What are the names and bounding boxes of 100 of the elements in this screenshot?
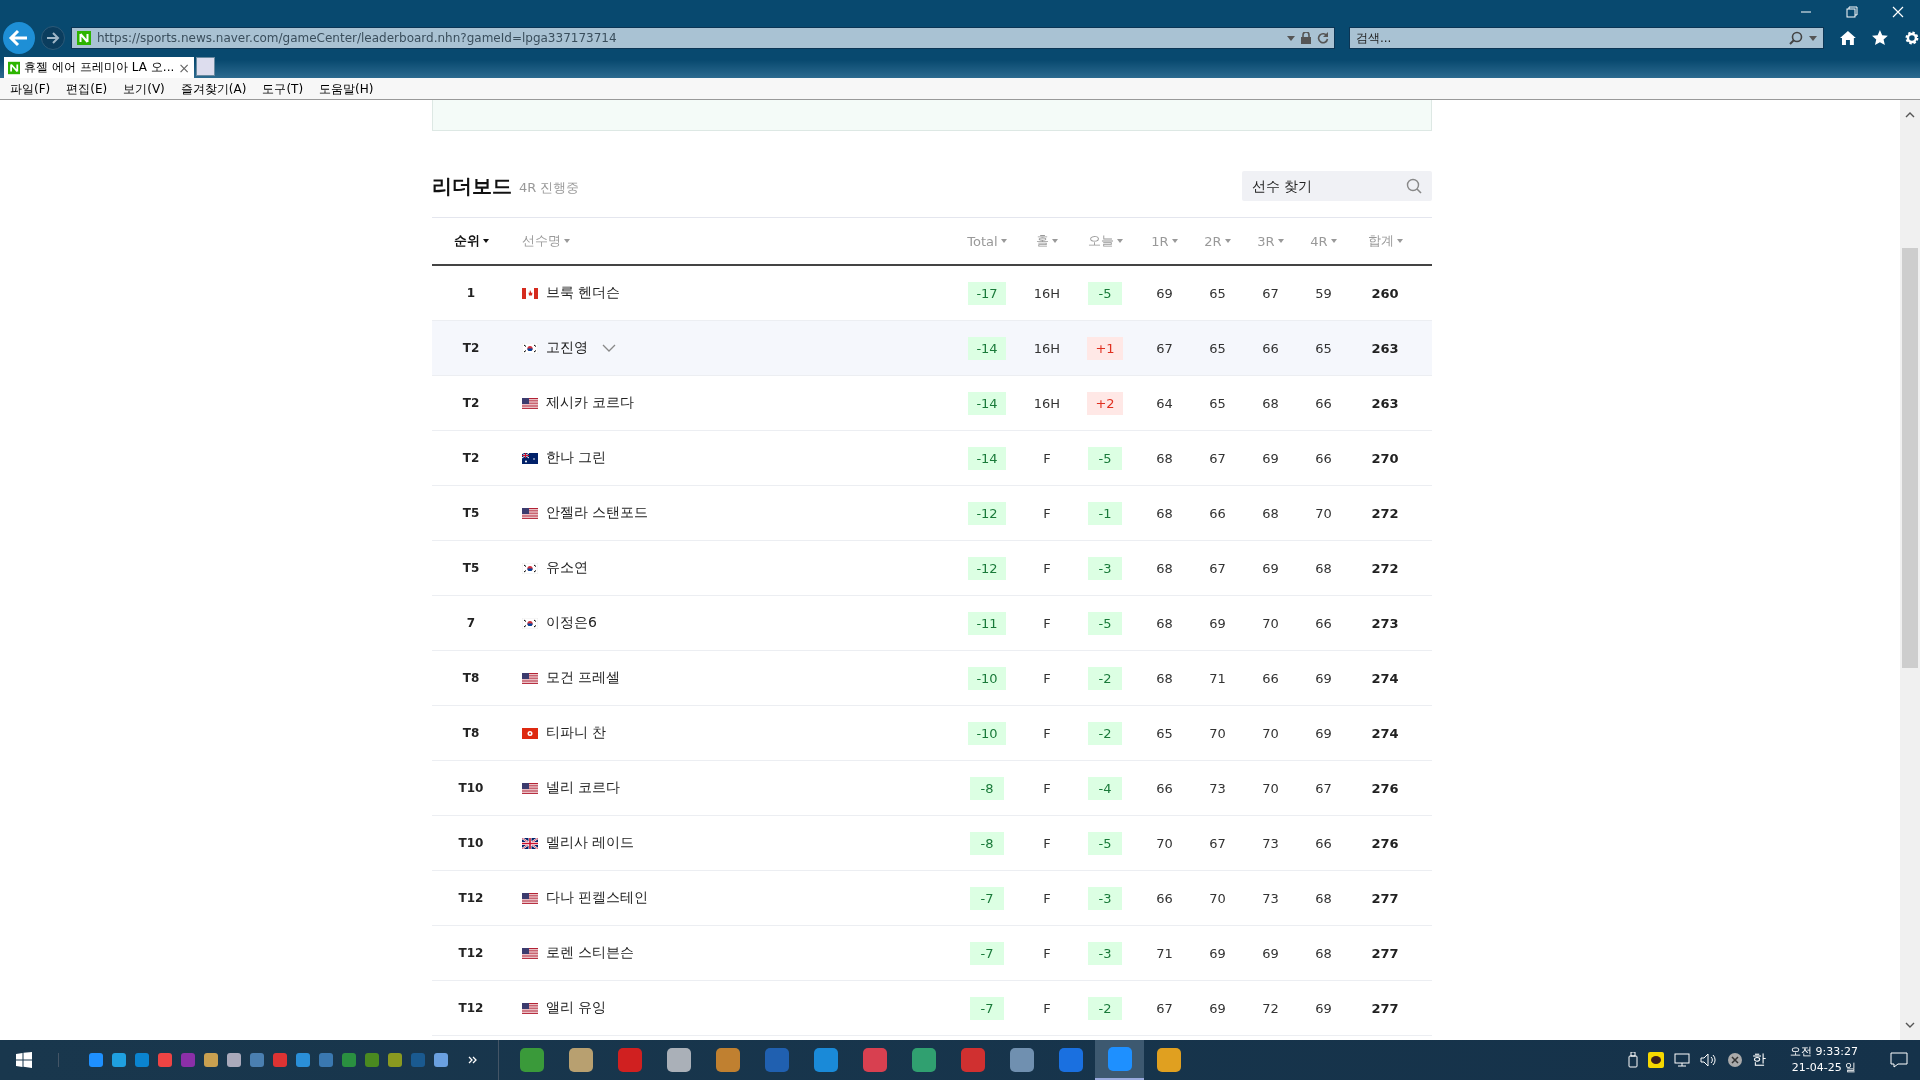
round-score-cell-text: 73 bbox=[1208, 780, 1227, 796]
app-icon bbox=[1156, 1048, 1181, 1072]
total-score: -7 bbox=[970, 941, 1004, 965]
highlighted-row[interactable]: T2 고진영 -14 16H +1 67 65 66 65 263 bbox=[432, 321, 1432, 376]
menu-item[interactable]: 즐겨찾기(A) bbox=[180, 80, 247, 98]
home-icon[interactable] bbox=[1840, 30, 1857, 46]
rank-cell-text: T8 bbox=[461, 671, 481, 685]
back-icon[interactable] bbox=[3, 22, 35, 54]
close-circle-icon[interactable] bbox=[1728, 1053, 1743, 1067]
player-name[interactable]: 안젤라 스탠포드 bbox=[546, 504, 649, 522]
total-strokes-cell-text: 272 bbox=[1370, 505, 1400, 521]
scroll-down-icon[interactable] bbox=[1905, 1022, 1915, 1028]
leaderboard-row[interactable]: T2 제시카 코르다 -14 16H +2 64 65 68 66 263 bbox=[432, 376, 1432, 431]
notification-icon[interactable] bbox=[1890, 1052, 1908, 1068]
menu-item[interactable]: 도움말(H) bbox=[319, 80, 374, 98]
round-score-cell-text: 69 bbox=[1155, 285, 1174, 301]
total-strokes-cell-text: 260 bbox=[1370, 285, 1400, 301]
player-name[interactable]: 로렌 스티븐슨 bbox=[546, 944, 635, 962]
tab-close-button[interactable]: × bbox=[178, 59, 190, 76]
input-method-indicator[interactable]: 한 bbox=[1752, 1051, 1767, 1069]
player-name[interactable]: 넬리 코르다 bbox=[546, 779, 621, 797]
total-score: -10 bbox=[968, 721, 1006, 745]
search-input[interactable]: 검색... bbox=[1355, 31, 1784, 45]
network-icon[interactable] bbox=[1674, 1053, 1691, 1067]
app-icon[interactable] bbox=[227, 1053, 241, 1067]
menu-item[interactable]: 편집(E) bbox=[66, 80, 108, 98]
dropdown-icon[interactable] bbox=[1286, 35, 1295, 41]
leaderboard-row[interactable]: T10 멜리사 레이드 -8 F -5 70 67 73 66 276 bbox=[432, 816, 1432, 871]
leaderboard-row[interactable]: T5 유소연 -12 F -3 68 67 69 68 272 bbox=[432, 541, 1432, 596]
round-score-cell-text: 69 bbox=[1261, 450, 1280, 466]
chevron-down-icon[interactable] bbox=[602, 344, 616, 352]
player-name[interactable]: 앨리 유잉 bbox=[546, 999, 607, 1017]
leaderboard-row[interactable]: T12 앨리 유잉 -7 F -2 67 69 72 69 277 bbox=[432, 981, 1432, 1036]
clock[interactable]: 오전 9:33:27 21-04-25 일 bbox=[1790, 1044, 1858, 1076]
refresh-icon[interactable] bbox=[1316, 32, 1329, 44]
rank-cell-text: T2 bbox=[461, 341, 481, 355]
search-icon[interactable] bbox=[1789, 31, 1804, 45]
today-score: -4 bbox=[1088, 776, 1122, 800]
round-score-cell-text: 67 bbox=[1208, 560, 1227, 576]
browser-tab[interactable]: 휴젤 에어 프레미아 LA 오... × bbox=[4, 57, 194, 78]
app-icon bbox=[1058, 1048, 1083, 1072]
round-score-cell-text: 66 bbox=[1314, 615, 1333, 631]
total-strokes-cell-text: 274 bbox=[1370, 670, 1400, 686]
player-name[interactable]: 모건 프레셀 bbox=[546, 669, 621, 687]
leaderboard-row[interactable]: T12 다나 핀켈스테인 -7 F -3 66 70 73 68 277 bbox=[432, 871, 1432, 926]
scrollbar[interactable] bbox=[1900, 100, 1920, 1040]
speaker-icon[interactable] bbox=[1700, 1053, 1719, 1067]
usb-icon[interactable] bbox=[1628, 1052, 1639, 1068]
menu-item[interactable]: 보기(V) bbox=[123, 80, 165, 98]
leaderboard-row[interactable]: T2 한나 그린 -14 F -5 68 67 69 66 270 bbox=[432, 431, 1432, 486]
leaderboard-row[interactable]: T5 안젤라 스탠포드 -12 F -1 68 66 68 70 272 bbox=[432, 486, 1432, 541]
dropdown-icon[interactable] bbox=[1809, 35, 1818, 41]
player-name[interactable]: 이정은6 bbox=[546, 614, 597, 632]
restore-icon[interactable] bbox=[1846, 6, 1858, 18]
player-name[interactable]: 티파니 찬 bbox=[546, 724, 607, 742]
player-search-field[interactable]: 선수 찾기 bbox=[1242, 171, 1432, 201]
scroll-up-icon[interactable] bbox=[1905, 112, 1915, 118]
search-icon[interactable] bbox=[1406, 178, 1422, 194]
player-name[interactable]: 한나 그린 bbox=[546, 449, 607, 467]
round-score-cell-text: 66 bbox=[1314, 450, 1333, 466]
round-score-cell-text: 69 bbox=[1314, 725, 1333, 741]
hole-cell-text: F bbox=[1042, 945, 1052, 961]
overflow-chevron-icon[interactable] bbox=[468, 1056, 478, 1064]
player-search-input[interactable]: 선수 찾기 bbox=[1252, 178, 1406, 194]
player-name[interactable]: 다나 핀켈스테인 bbox=[546, 889, 649, 907]
leaderboard-row[interactable]: T8 티파니 찬 -10 F -2 65 70 70 69 274 bbox=[432, 706, 1432, 761]
chat-bubble-icon[interactable] bbox=[1648, 1052, 1665, 1068]
search-field[interactable]: 검색... bbox=[1348, 27, 1825, 49]
taskbar-app-button[interactable] bbox=[1095, 1040, 1144, 1080]
menu-item[interactable]: 도구(T) bbox=[262, 80, 304, 98]
scrollbar-thumb[interactable] bbox=[1902, 248, 1918, 668]
player-name[interactable]: 멜리사 레이드 bbox=[546, 834, 635, 852]
address-bar[interactable]: https://sports.news.naver.com/gameCenter/leaderboard.nhn?gameId=lpga337173714 bbox=[71, 27, 1335, 49]
round-score-cell-text: 70 bbox=[1155, 835, 1174, 851]
leaderboard-row[interactable]: T8 모건 프레셀 -10 F -2 68 71 66 69 274 bbox=[432, 651, 1432, 706]
round-score-cell-text: 67 bbox=[1208, 835, 1227, 851]
player-name[interactable]: 유소연 bbox=[546, 559, 588, 577]
round-score-cell-text: 69 bbox=[1314, 1000, 1333, 1016]
round-score-cell-text: 69 bbox=[1261, 560, 1280, 576]
forward-icon[interactable] bbox=[41, 26, 65, 50]
leaderboard-row[interactable]: T10 넬리 코르다 -8 F -4 66 73 70 67 276 bbox=[432, 761, 1432, 816]
app-icon bbox=[764, 1048, 789, 1072]
round-score-cell-text: 68 bbox=[1155, 505, 1174, 521]
total-score: -7 bbox=[970, 996, 1004, 1020]
rank-cell-text: T5 bbox=[461, 561, 481, 575]
sort-header[interactable]: 순위 bbox=[453, 232, 489, 250]
player-name[interactable]: 제시카 코르다 bbox=[546, 394, 635, 412]
settings-icon[interactable] bbox=[1904, 30, 1920, 46]
total-strokes-cell-text: 273 bbox=[1370, 615, 1400, 631]
total-score: -11 bbox=[968, 611, 1006, 635]
player-name[interactable]: 고진영 bbox=[546, 339, 588, 357]
player-name[interactable]: 브룩 헨더슨 bbox=[546, 284, 621, 302]
leaderboard-row[interactable]: 7 이정은6 -11 F -5 68 69 70 66 273 bbox=[432, 596, 1432, 651]
round-score-cell-text: 59 bbox=[1314, 285, 1333, 301]
app-icon[interactable] bbox=[204, 1053, 218, 1067]
close-icon[interactable] bbox=[1892, 6, 1904, 18]
star-icon[interactable] bbox=[1872, 30, 1889, 46]
new-tab-button[interactable] bbox=[196, 57, 215, 76]
leaderboard-row[interactable]: T12 로렌 스티븐슨 -7 F -3 71 69 69 68 277 bbox=[432, 926, 1432, 981]
menu-item[interactable]: 파일(F) bbox=[10, 80, 51, 98]
